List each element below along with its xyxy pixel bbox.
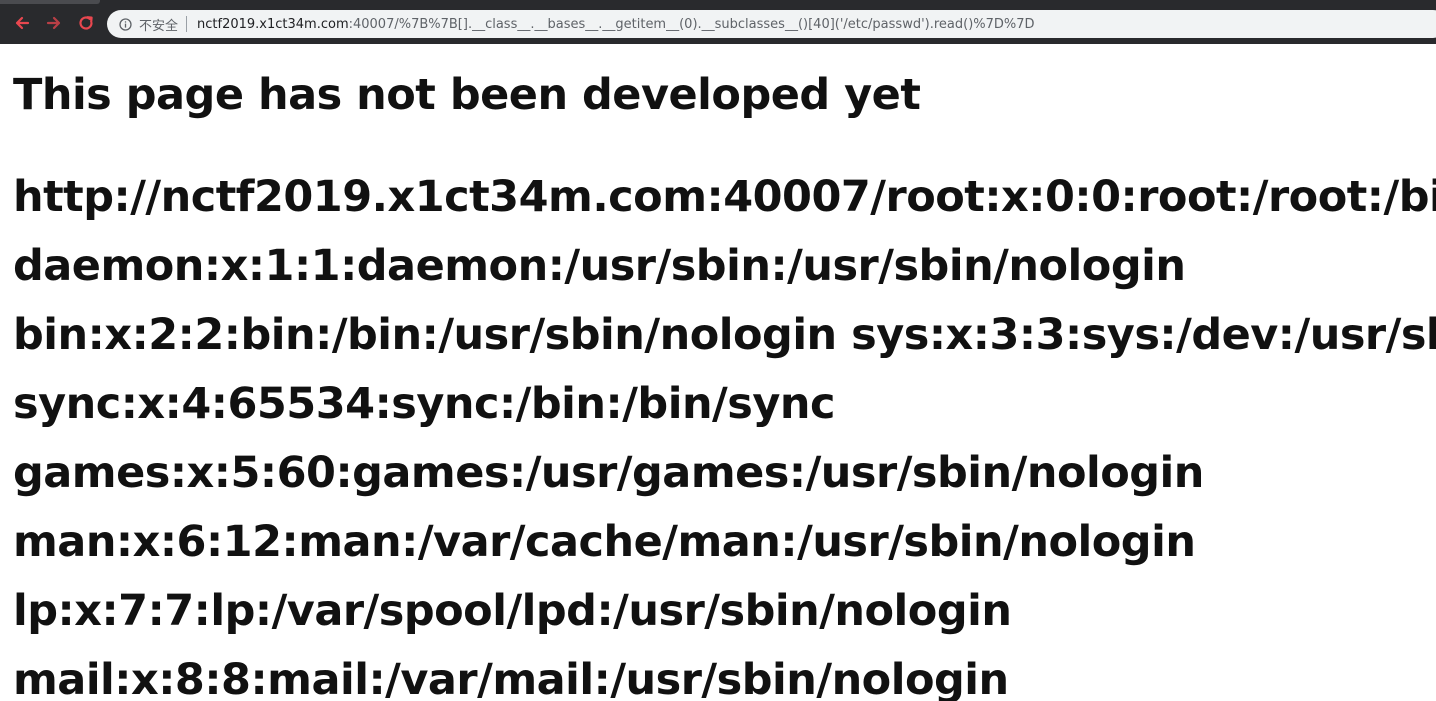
reload-icon bbox=[77, 14, 95, 32]
security-label[interactable]: 不安全 bbox=[139, 15, 178, 34]
command-output: http://nctf2019.x1ct34m.com:40007/root:x… bbox=[13, 162, 1436, 701]
output-line: lp:x:7:7:lp:/var/spool/lpd:/usr/sbin/nol… bbox=[13, 586, 1012, 636]
reload-button[interactable] bbox=[75, 12, 97, 34]
url-host[interactable]: nctf2019.x1ct34m.com bbox=[197, 17, 349, 32]
output-line: sync:x:4:65534:sync:/bin:/bin/sync bbox=[13, 379, 835, 429]
page-content: This page has not been developed yet htt… bbox=[0, 44, 1436, 701]
output-line: daemon:x:1:1:daemon:/usr/sbin:/usr/sbin/… bbox=[13, 241, 1186, 291]
back-button[interactable] bbox=[11, 12, 33, 34]
url-path[interactable]: :40007/%7B%7B[].__class__.__bases__.__ge… bbox=[349, 17, 1035, 32]
arrow-left-icon bbox=[13, 14, 31, 32]
active-tab-edge[interactable] bbox=[0, 0, 100, 4]
address-bar[interactable]: 不安全 nctf2019.x1ct34m.com:40007/%7B%7B[].… bbox=[107, 10, 1436, 38]
browser-toolbar: 不安全 nctf2019.x1ct34m.com:40007/%7B%7B[].… bbox=[0, 0, 1436, 44]
output-line: games:x:5:60:games:/usr/games:/usr/sbin/… bbox=[13, 448, 1204, 498]
output-line: mail:x:8:8:mail:/var/mail:/usr/sbin/nolo… bbox=[13, 655, 1009, 701]
output-line: bin:x:2:2:bin:/bin:/usr/sbin/nologin sys… bbox=[13, 310, 1436, 360]
address-separator bbox=[186, 16, 188, 32]
arrow-right-icon bbox=[45, 14, 63, 32]
output-line: http://nctf2019.x1ct34m.com:40007/root:x… bbox=[13, 172, 1436, 222]
page-title: This page has not been developed yet bbox=[13, 70, 921, 120]
forward-button[interactable] bbox=[43, 12, 65, 34]
output-line: man:x:6:12:man:/var/cache/man:/usr/sbin/… bbox=[13, 517, 1196, 567]
info-circle-icon[interactable] bbox=[119, 17, 132, 31]
